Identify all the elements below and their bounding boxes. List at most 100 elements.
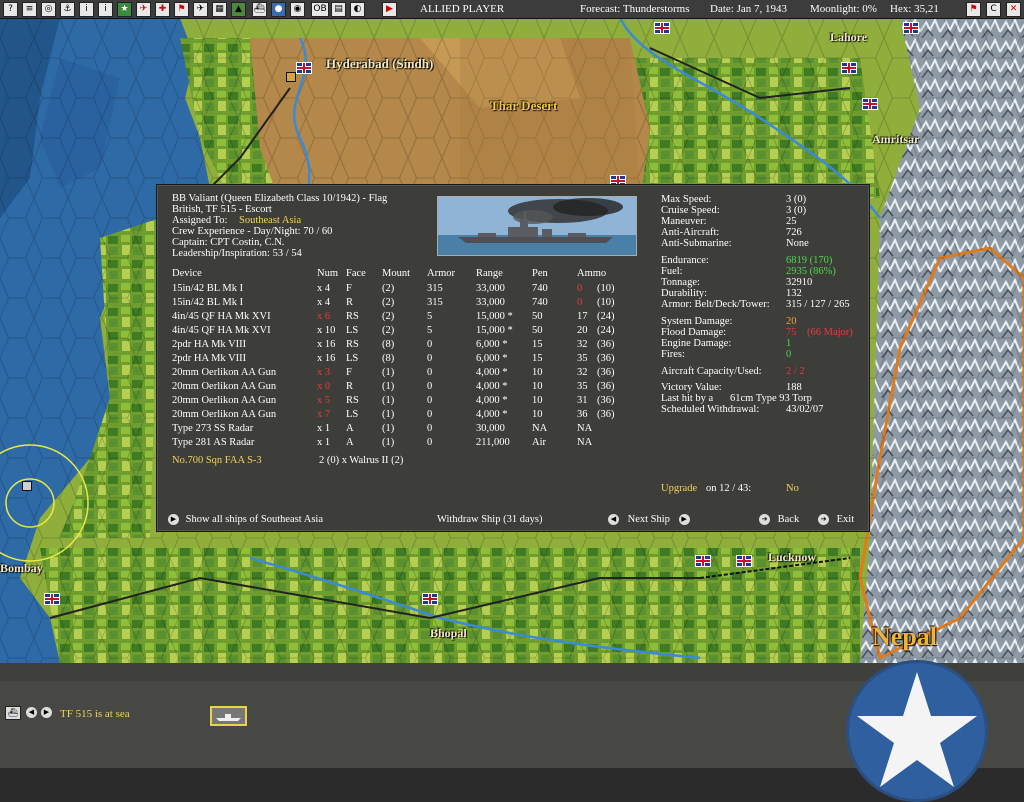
device-cell-device[interactable]: 15in/42 BL Mk I	[172, 283, 243, 294]
back-button[interactable]: ➔ Back	[759, 514, 799, 526]
air-group-name[interactable]: No.700 Sqn FAA S-3	[172, 455, 262, 466]
stat-value: 3 (0)	[786, 205, 807, 216]
ships-icon[interactable]: ⛴	[252, 2, 267, 17]
prev-taskforce-icon[interactable]: ◀	[26, 707, 37, 718]
device-cell-ammo-max: (10)	[597, 283, 615, 294]
british-base-flag-northeast[interactable]	[903, 22, 919, 34]
ship-icon[interactable]: ⚓	[60, 2, 75, 17]
stat-label: Fuel:	[661, 266, 683, 277]
device-cell-face: A	[346, 437, 354, 448]
stat-label: Scheduled Withdrawal:	[661, 404, 760, 415]
globe-icon[interactable]: ●	[271, 2, 286, 17]
report-icon[interactable]: ▤	[331, 2, 346, 17]
previous-ship-icon[interactable]: ◀	[608, 514, 619, 526]
ob-icon[interactable]: OB	[311, 2, 329, 17]
device-cell-device[interactable]: Type 281 AS Radar	[172, 437, 254, 448]
ship-force: British, TF 515 - Escort	[172, 204, 272, 215]
exit-button[interactable]: ➔ Exit	[818, 514, 854, 526]
terrain-icon[interactable]: ▲	[231, 2, 246, 17]
device-cell-face: LS	[346, 325, 359, 336]
device-cell-pen: 15	[532, 353, 543, 364]
ship-unit-counter[interactable]	[210, 706, 247, 726]
plane-icon[interactable]: ✈	[136, 2, 151, 17]
document-icon[interactable]: ≡	[22, 2, 37, 17]
aircraft-icon[interactable]: ✈	[193, 2, 208, 17]
british-base-flag-lucknow-2[interactable]	[736, 555, 752, 567]
device-cell-face: RS	[346, 395, 359, 406]
c-icon[interactable]: C	[986, 2, 1001, 17]
british-base-flag-bombay[interactable]	[44, 593, 60, 605]
device-cell-num: x 4	[317, 297, 331, 308]
device-cell-pen: 50	[532, 311, 543, 322]
stat-value: 32910	[786, 277, 813, 288]
device-cell-device[interactable]: Type 273 SS Radar	[172, 423, 253, 434]
next-ship-control[interactable]: ◀ Next Ship ▶	[608, 514, 690, 526]
device-cell-num: x 7	[317, 409, 331, 420]
ship-title: BB Valiant (Queen Elizabeth Class 10/194…	[172, 193, 388, 204]
device-cell-range: 211,000	[476, 437, 510, 448]
close-icon[interactable]: ✕	[1006, 2, 1021, 17]
air-group-aircraft: 2 (0) x Walrus II (2)	[319, 455, 404, 466]
british-base-flag-bhopal[interactable]	[422, 593, 438, 605]
taskforce-icon[interactable]: ⛴	[5, 706, 21, 720]
device-cell-device[interactable]: 4in/45 QF HA Mk XVI	[172, 325, 271, 336]
assigned-to-value[interactable]: Southeast Asia	[239, 215, 301, 226]
map-label-nepal: Nepal	[872, 622, 937, 651]
british-base-flag-hyderabad[interactable]	[296, 62, 312, 74]
device-cell-range: 33,000	[476, 297, 505, 308]
airgroup-icon[interactable]: ✚	[155, 2, 170, 17]
map-icon[interactable]: ▦	[212, 2, 227, 17]
upgrade-value: No	[786, 483, 799, 494]
device-cell-ammo-cur: 31	[577, 395, 588, 406]
device-cell-ammo-cur: 32	[577, 339, 588, 350]
star-icon[interactable]: ★	[117, 2, 132, 17]
device-cell-device[interactable]: 15in/42 BL Mk I	[172, 297, 243, 308]
british-base-flag-lahore[interactable]	[841, 62, 857, 74]
device-cell-device[interactable]: 4in/45 QF HA Mk XVI	[172, 311, 271, 322]
stat-value: 3 (0)	[786, 194, 807, 205]
show-all-ships-button[interactable]: ▶ Show all ships of Southeast Asia	[168, 514, 323, 526]
british-base-flag-north[interactable]	[654, 22, 670, 34]
stat-value: 2935 (86%)	[786, 266, 836, 277]
stat-label: Max Speed:	[661, 194, 712, 205]
device-cell-device[interactable]: 20mm Oerlikon AA Gun	[172, 395, 276, 406]
game-date: Date: Jan 7, 1943	[710, 3, 787, 15]
taskforce-status: TF 515 is at sea	[60, 708, 130, 720]
device-cell-ammo-cur: 0	[577, 297, 583, 308]
device-cell-device[interactable]: 2pdr HA Mk VIII	[172, 339, 246, 350]
device-cell-armor: 315	[427, 283, 443, 294]
device-cell-ammo-cur: NA	[577, 437, 593, 448]
device-cell-range: 4,000 *	[476, 395, 508, 406]
device-cell-device[interactable]: 20mm Oerlikon AA Gun	[172, 409, 276, 420]
assigned-to-label: Assigned To:	[172, 215, 228, 226]
help-icon[interactable]: ?	[3, 2, 18, 17]
top-toolbar: ? ≡ ◎ ⚓ i i ★ ✈ ✚ ⚑ ✈ ▦ ▲ ⛴ ● ◉ OB ▤ ◐ ▶…	[0, 0, 1024, 19]
info-icon[interactable]: i	[79, 2, 94, 17]
stat-label: Engine Damage:	[661, 338, 732, 349]
upgrade-link[interactable]: Upgrade	[661, 483, 697, 494]
withdraw-ship-button[interactable]: Withdraw Ship (31 days)	[437, 514, 542, 525]
taskforce-marker-bombay[interactable]	[22, 481, 32, 491]
circle-icon[interactable]: ◐	[350, 2, 365, 17]
device-cell-mount: (2)	[382, 325, 395, 336]
device-cell-mount: (2)	[382, 283, 395, 294]
captain[interactable]: Captain: CPT Costin, C.N.	[172, 237, 284, 248]
device-cell-device[interactable]: 20mm Oerlikon AA Gun	[172, 367, 276, 378]
network-icon[interactable]: ◎	[41, 2, 56, 17]
stat-value: 25	[786, 216, 797, 227]
flag-icon[interactable]: ⚑	[174, 2, 189, 17]
right-flag-icon[interactable]: ⚑	[966, 2, 981, 17]
device-cell-device[interactable]: 20mm Oerlikon AA Gun	[172, 381, 276, 392]
next-ship-icon[interactable]: ▶	[678, 514, 690, 526]
device-cell-device[interactable]: 2pdr HA Mk VIII	[172, 353, 246, 364]
british-base-flag-amritsar[interactable]	[862, 98, 878, 110]
device-cell-num: x 16	[317, 339, 336, 350]
british-base-flag-lucknow-1[interactable]	[695, 555, 711, 567]
base-marker-hyderabad[interactable]	[286, 72, 296, 82]
device-cell-range: 15,000 *	[476, 311, 513, 322]
device-cell-num: x 6	[317, 311, 331, 322]
intel-icon[interactable]: ◉	[290, 2, 305, 17]
play-icon[interactable]: ▶	[382, 2, 397, 17]
next-taskforce-icon[interactable]: ▶	[41, 707, 52, 718]
toolbar-info-icon[interactable]: i	[98, 2, 113, 17]
